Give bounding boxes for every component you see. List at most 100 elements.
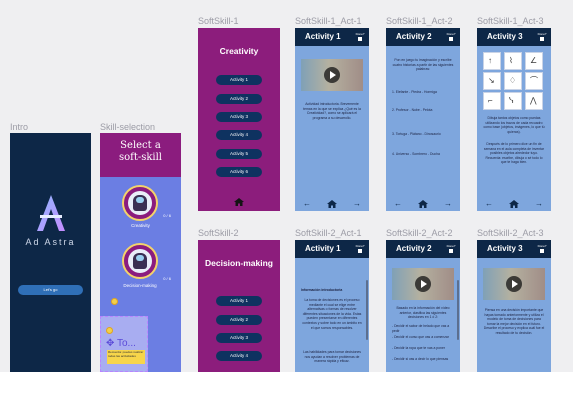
frame-label-intro[interactable]: Intro bbox=[10, 122, 28, 132]
title-line-2: soft-skill bbox=[118, 152, 163, 163]
activity-6-button[interactable]: Activity 6 bbox=[216, 167, 262, 177]
home-icon[interactable] bbox=[509, 200, 519, 208]
grid-cell[interactable]: ↘ bbox=[483, 72, 501, 90]
done-checkbox[interactable]: Done? bbox=[446, 32, 456, 41]
done-label: Done? bbox=[446, 32, 456, 36]
softskill-1-act-1-frame[interactable]: Activity 1 Done? Actividad introductoria… bbox=[295, 28, 369, 211]
frame-label-softskill-2-act-1[interactable]: SoftSkill-2_Act-1 bbox=[295, 228, 362, 238]
activity-text-2: Las habilidades para tomar decisiones no… bbox=[303, 350, 361, 364]
activity-2-button[interactable]: Activity 2 bbox=[216, 94, 262, 104]
arrow-right-icon[interactable]: → bbox=[444, 200, 452, 208]
done-checkbox[interactable]: Done? bbox=[446, 244, 456, 253]
decision-item-4: - Decidir si vas a decir lo que piensas bbox=[392, 357, 449, 361]
play-icon[interactable] bbox=[506, 276, 522, 292]
done-label: Done? bbox=[537, 32, 547, 36]
frame-label-softskill-2[interactable]: SoftSkill-2 bbox=[198, 228, 239, 238]
activity-4-button[interactable]: Activity 4 bbox=[216, 351, 262, 361]
softskill-1-act-2-frame[interactable]: Activity 2 Done? Pon en juego tu imagina… bbox=[386, 28, 460, 211]
lightbulb-icon[interactable] bbox=[111, 298, 118, 305]
activity-header: Activity 1 Done? bbox=[295, 240, 369, 258]
decision-item-1: - Decidir el sabor de helado que vas a p… bbox=[392, 324, 450, 333]
decision-making-skill-avatar[interactable] bbox=[122, 243, 158, 279]
activity-3-button[interactable]: Activity 3 bbox=[216, 112, 262, 122]
softskill-2-frame[interactable]: Decision-making Activity 1 Activity 2 Ac… bbox=[198, 240, 280, 372]
video-player[interactable] bbox=[483, 268, 545, 300]
softskill-2-act-1-frame[interactable]: Activity 1 Done? Información introductor… bbox=[295, 240, 369, 372]
grid-cell[interactable]: ⌐ bbox=[483, 92, 501, 110]
checkbox-icon[interactable] bbox=[449, 249, 453, 253]
activity-text: Piensa en una decisión importante que ha… bbox=[483, 308, 545, 335]
home-icon[interactable] bbox=[234, 198, 244, 206]
scrollbar[interactable] bbox=[457, 280, 459, 340]
lets-go-button[interactable]: Let's go bbox=[18, 285, 83, 295]
creativity-skill-avatar[interactable] bbox=[122, 185, 158, 221]
grid-cell[interactable]: ᓭ bbox=[504, 92, 522, 110]
frame-label-skill-selection[interactable]: Skill-selection bbox=[100, 122, 155, 132]
activity-text-1: Dibuja tantos objetos como puedas utiliz… bbox=[483, 116, 545, 134]
softskill-2-act-2-frame[interactable]: Activity 2 Done? Basado en la informació… bbox=[386, 240, 460, 372]
done-checkbox[interactable]: Done? bbox=[355, 244, 365, 253]
done-checkbox[interactable]: Done? bbox=[537, 244, 547, 253]
skill-selection-title: Select a soft-skill bbox=[100, 133, 181, 177]
video-player[interactable] bbox=[392, 268, 454, 300]
activity-nav: ← → bbox=[386, 200, 460, 208]
activity-3-button[interactable]: Activity 3 bbox=[216, 333, 262, 343]
frame-label-softskill-1-act-1[interactable]: SoftSkill-1_Act-1 bbox=[295, 16, 362, 26]
decision-making-label: Decision-making bbox=[123, 283, 157, 288]
video-player[interactable] bbox=[301, 59, 363, 91]
softskill-2-act-3-frame[interactable]: Activity 3 Done? Piensa en una decisión … bbox=[477, 240, 551, 372]
checkbox-icon[interactable] bbox=[540, 249, 544, 253]
softskill-1-act-3-frame[interactable]: Activity 3 Done? ↑ ⌇ ∠ ↘ ♢ ⌒ ⌐ ᓭ ⋀ Dibuj… bbox=[477, 28, 551, 211]
story-item-4: 4. Universo - Sombrero - Ducha bbox=[392, 152, 440, 156]
activity-2-button[interactable]: Activity 2 bbox=[216, 315, 262, 325]
lightbulb-icon[interactable] bbox=[106, 327, 113, 334]
done-checkbox[interactable]: Done? bbox=[355, 32, 365, 41]
activity-title: Activity 2 bbox=[396, 244, 432, 253]
arrow-right-icon[interactable]: → bbox=[353, 200, 361, 208]
grid-cell[interactable]: ↑ bbox=[483, 52, 501, 70]
activity-4-button[interactable]: Activity 4 bbox=[216, 130, 262, 140]
home-icon[interactable] bbox=[327, 200, 337, 208]
activity-header: Activity 1 Done? bbox=[295, 28, 369, 46]
checkbox-icon[interactable] bbox=[540, 37, 544, 41]
checkbox-icon[interactable] bbox=[449, 37, 453, 41]
intro-frame[interactable]: Ad Astra Let's go bbox=[10, 133, 91, 372]
activity-1-button[interactable]: Activity 1 bbox=[216, 296, 262, 306]
home-icon[interactable] bbox=[418, 200, 428, 208]
scrollbar[interactable] bbox=[366, 280, 368, 340]
done-checkbox[interactable]: Done? bbox=[537, 32, 547, 41]
grid-cell[interactable]: ⌇ bbox=[504, 52, 522, 70]
activity-title: Activity 3 bbox=[487, 244, 523, 253]
frame-label-softskill-2-act-3[interactable]: SoftSkill-2_Act-3 bbox=[477, 228, 544, 238]
activity-title: Activity 1 bbox=[305, 244, 341, 253]
frame-label-softskill-2-act-2[interactable]: SoftSkill-2_Act-2 bbox=[386, 228, 453, 238]
activity-text-1: La toma de decisiones es el proceso medi… bbox=[302, 298, 362, 330]
drawing-grid[interactable]: ↑ ⌇ ∠ ↘ ♢ ⌒ ⌐ ᓭ ⋀ bbox=[483, 52, 545, 112]
arrow-right-icon[interactable]: → bbox=[535, 200, 543, 208]
activity-title: Activity 1 bbox=[305, 32, 341, 41]
play-icon[interactable] bbox=[324, 67, 340, 83]
grid-cell[interactable]: ⌒ bbox=[525, 72, 543, 90]
activity-5-button[interactable]: Activity 5 bbox=[216, 149, 262, 159]
done-label: Done? bbox=[537, 244, 547, 248]
activity-heading: Información introductoria bbox=[301, 288, 343, 292]
arrow-left-icon[interactable]: ← bbox=[303, 200, 311, 208]
activity-header: Activity 3 Done? bbox=[477, 28, 551, 46]
grid-cell[interactable]: ⋀ bbox=[525, 92, 543, 110]
softskill-1-frame[interactable]: Creativity Activity 1 Activity 2 Activit… bbox=[198, 28, 280, 211]
sticky-note[interactable]: Recuerda: puedes realizar todas las acti… bbox=[107, 350, 145, 364]
todo-note[interactable]: ✥ To... bbox=[106, 338, 136, 349]
activity-1-button[interactable]: Activity 1 bbox=[216, 75, 262, 85]
grid-cell[interactable]: ∠ bbox=[525, 52, 543, 70]
checkbox-icon[interactable] bbox=[358, 249, 362, 253]
activity-text-2: Después de lo primero dice un fin de sem… bbox=[483, 142, 545, 165]
grid-cell[interactable]: ♢ bbox=[504, 72, 522, 90]
arrow-left-icon[interactable]: ← bbox=[394, 200, 402, 208]
arrow-left-icon[interactable]: ← bbox=[485, 200, 493, 208]
frame-label-softskill-1-act-3[interactable]: SoftSkill-1_Act-3 bbox=[477, 16, 544, 26]
frame-label-softskill-1[interactable]: SoftSkill-1 bbox=[198, 16, 239, 26]
frame-label-softskill-1-act-2[interactable]: SoftSkill-1_Act-2 bbox=[386, 16, 453, 26]
checkbox-icon[interactable] bbox=[358, 37, 362, 41]
activity-text: Actividad introductoria. Brevemente tema… bbox=[303, 102, 361, 120]
play-icon[interactable] bbox=[415, 276, 431, 292]
